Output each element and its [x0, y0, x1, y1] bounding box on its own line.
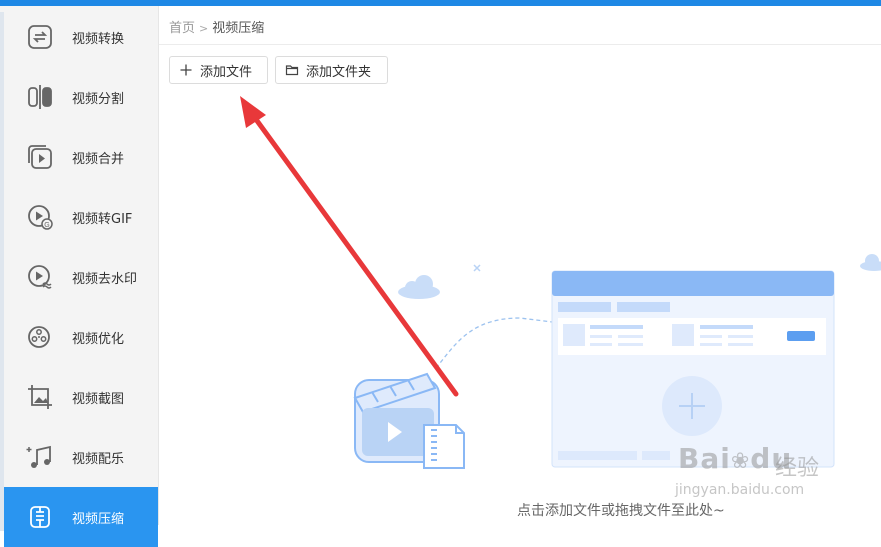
dropzone-hint: 点击添加文件或拖拽文件至此处~	[517, 503, 725, 519]
app-window-illustration	[551, 270, 835, 468]
connector-line	[435, 317, 553, 369]
annotation-arrow	[240, 96, 459, 397]
watermark-url: jingyan.baidu.com	[675, 482, 805, 498]
watermark-brand: Bai	[678, 442, 731, 475]
watermark-product: 经验	[775, 456, 820, 481]
sparkle-icon	[473, 264, 481, 272]
cloud-icon	[398, 275, 440, 299]
cloud-icon	[860, 254, 881, 271]
paw-icon: ❀	[730, 449, 751, 474]
video-file-illustration	[353, 372, 465, 469]
